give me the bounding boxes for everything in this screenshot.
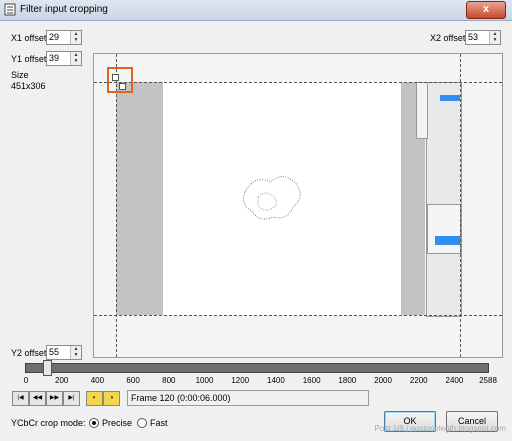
watermark: Post 1/8 | postonelegth.blogspot.com (374, 424, 507, 433)
go-start-button[interactable]: |◀ (12, 391, 29, 406)
mark-out-icon[interactable]: ◑ (103, 391, 120, 406)
frame-text: Frame 120 (0:00:06.000) (131, 393, 231, 403)
y1-offset-stepper[interactable]: ▲ ▼ (70, 52, 81, 65)
spin-down-icon[interactable]: ▼ (71, 58, 81, 64)
title-bar: Filter input cropping x (0, 0, 512, 21)
timeline-tick-label: 0 (23, 376, 29, 385)
spin-down-icon[interactable]: ▼ (71, 37, 81, 43)
timeline-tick-label: 600 (126, 376, 140, 385)
crop-line-top[interactable] (94, 82, 502, 83)
timeline-tick-label: 2000 (374, 376, 392, 385)
layers-panel (427, 204, 461, 254)
size-value: 451x306 (11, 81, 46, 91)
timeline-tick-label: 2588 (479, 376, 497, 385)
screenshot-content (426, 82, 462, 317)
spin-down-icon[interactable]: ▼ (71, 352, 81, 358)
preview-canvas (94, 54, 502, 357)
timeline-slider[interactable] (25, 363, 489, 373)
timeline-tick-label: 2400 (445, 376, 464, 385)
y1-offset-label: Y1 offset (11, 54, 47, 64)
mark-in-icon[interactable]: ◐ (86, 391, 103, 406)
corner-marker-icon (112, 74, 119, 81)
tool-palette (416, 82, 428, 139)
size-label: Size (11, 70, 29, 80)
y2-offset-stepper[interactable]: ▲ ▼ (70, 346, 81, 359)
app-icon (4, 3, 16, 16)
x1-offset-value: 29 (49, 32, 60, 42)
x1-offset-stepper[interactable]: ▲ ▼ (70, 31, 81, 44)
timeline-tick-label: 400 (90, 376, 105, 385)
frame-display: Frame 120 (0:00:06.000) (127, 390, 369, 406)
y2-offset-label: Y2 offset (11, 348, 47, 358)
window-title: Filter input cropping (20, 4, 108, 15)
x2-offset-label: X2 offset (430, 33, 466, 43)
x2-offset-stepper[interactable]: ▲ ▼ (489, 31, 500, 44)
selection-highlight (440, 95, 460, 101)
timeline-thumb[interactable] (43, 360, 53, 376)
step-back-button[interactable]: ◀◀ (29, 391, 46, 406)
fast-label: Fast (150, 418, 168, 428)
timeline-tick-label: 2200 (409, 376, 428, 385)
x1-offset-field[interactable]: 29 ▲ ▼ (46, 30, 82, 45)
crop-line-left[interactable] (116, 54, 117, 357)
step-forward-button[interactable]: ▶▶ (46, 391, 63, 406)
fast-radio[interactable] (137, 418, 147, 428)
layer-highlight (435, 236, 460, 245)
precise-radio[interactable] (89, 418, 99, 428)
crop-line-right[interactable] (460, 54, 461, 357)
timeline-tick-label: 1400 (267, 376, 285, 385)
crop-line-bottom[interactable] (94, 315, 502, 316)
speckle-graphic (243, 176, 301, 220)
timeline-tick-label: 1600 (302, 376, 321, 385)
close-button[interactable]: x (466, 1, 506, 19)
y1-offset-value: 39 (49, 53, 60, 63)
timeline-tick-label: 200 (55, 376, 69, 385)
timeline-tick-label: 1200 (231, 376, 250, 385)
go-end-button[interactable]: ▶| (63, 391, 80, 406)
y2-offset-field[interactable]: 55 ▲ ▼ (46, 345, 82, 360)
timeline-tick-label: 1800 (338, 376, 357, 385)
precise-label: Precise (102, 418, 133, 428)
x1-offset-label: X1 offset (11, 33, 47, 43)
crop-mode-label: YCbCr crop mode: (11, 418, 86, 428)
x2-offset-value: 53 (468, 32, 479, 42)
y1-offset-field[interactable]: 39 ▲ ▼ (46, 51, 82, 66)
y2-offset-value: 55 (49, 347, 60, 357)
corner-marker-icon (119, 83, 126, 90)
spin-down-icon[interactable]: ▼ (490, 37, 500, 43)
timeline-tick-label: 1000 (195, 376, 214, 385)
timeline-tick-label: 800 (162, 376, 176, 385)
left-border-region (116, 82, 163, 315)
crop-preview[interactable] (93, 53, 503, 358)
x2-offset-field[interactable]: 53 ▲ ▼ (465, 30, 501, 45)
